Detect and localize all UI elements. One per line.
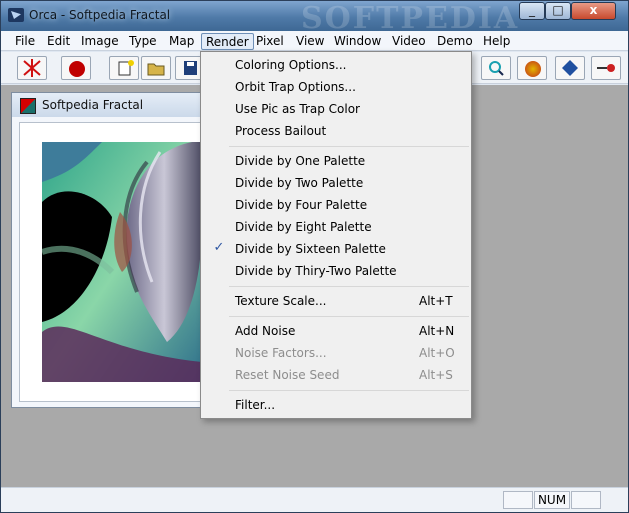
menu-separator <box>229 286 469 287</box>
menu-item-divide-by-eight[interactable]: Divide by Eight Palette <box>201 216 471 238</box>
child-window-title: Softpedia Fractal <box>42 98 144 112</box>
menu-item-shortcut: Alt+N <box>419 324 455 338</box>
menu-item-label: Process Bailout <box>235 124 327 138</box>
palette-icon[interactable] <box>517 56 547 80</box>
menu-separator <box>229 316 469 317</box>
title-bar[interactable]: Orca - Softpedia Fractal SOFTPEDIA _ □ x <box>1 1 628 36</box>
menu-item-label: Divide by Eight Palette <box>235 220 372 234</box>
menu-demo[interactable]: Demo <box>433 33 477 50</box>
app-icon <box>8 8 24 22</box>
menu-item-label: Filter... <box>235 398 276 412</box>
menu-item-texture-scale[interactable]: Texture Scale... Alt+T <box>201 290 471 312</box>
menu-item-reset-noise-seed[interactable]: Reset Noise Seed Alt+S <box>201 364 471 386</box>
render-menu-popup: Coloring Options... Orbit Trap Options..… <box>200 51 472 419</box>
fractal-image[interactable] <box>42 142 202 382</box>
pointer-icon[interactable] <box>591 56 621 80</box>
menu-item-shortcut: Alt+O <box>419 346 455 360</box>
menu-help[interactable]: Help <box>479 33 514 50</box>
status-bar: NUM <box>1 487 628 512</box>
menu-item-label: Use Pic as Trap Color <box>235 102 360 116</box>
checkmark-icon: ✓ <box>213 240 225 255</box>
menu-item-shortcut: Alt+S <box>419 368 453 382</box>
menu-item-coloring-options[interactable]: Coloring Options... <box>201 54 471 76</box>
menu-item-label: Divide by Two Palette <box>235 176 364 190</box>
new-file-icon[interactable] <box>109 56 139 80</box>
menu-item-add-noise[interactable]: Add Noise Alt+N <box>201 320 471 342</box>
menu-window[interactable]: Window <box>330 33 385 50</box>
app-window: Orca - Softpedia Fractal SOFTPEDIA _ □ x… <box>0 0 629 513</box>
menu-separator <box>229 146 469 147</box>
status-cell-caps <box>503 491 533 509</box>
menu-video[interactable]: Video <box>388 33 430 50</box>
menu-image[interactable]: Image <box>77 33 123 50</box>
menu-item-divide-by-one[interactable]: Divide by One Palette <box>201 150 471 172</box>
status-cell-scroll <box>571 491 601 509</box>
menu-item-label: Noise Factors... <box>235 346 327 360</box>
menu-item-label: Divide by Four Palette <box>235 198 368 212</box>
window-title: Orca - Softpedia Fractal <box>29 8 171 22</box>
zoom-icon[interactable] <box>481 56 511 80</box>
menu-item-divide-by-two[interactable]: Divide by Two Palette <box>201 172 471 194</box>
menu-separator <box>229 390 469 391</box>
diamond-icon[interactable] <box>555 56 585 80</box>
menu-item-label: Coloring Options... <box>235 58 347 72</box>
fractal-doc-icon <box>20 98 36 114</box>
menu-item-shortcut: Alt+T <box>419 294 453 308</box>
menu-item-process-bailout[interactable]: Process Bailout <box>201 120 471 142</box>
menu-item-label: Reset Noise Seed <box>235 368 340 382</box>
menu-map[interactable]: Map <box>165 33 198 50</box>
menu-item-divide-by-four[interactable]: Divide by Four Palette <box>201 194 471 216</box>
menu-type[interactable]: Type <box>125 33 161 50</box>
menu-item-orbit-trap-options[interactable]: Orbit Trap Options... <box>201 76 471 98</box>
menu-item-label: Divide by One Palette <box>235 154 366 168</box>
menu-render[interactable]: Render <box>201 33 254 50</box>
minimize-button[interactable]: _ <box>519 2 545 20</box>
red-mask-icon[interactable] <box>61 56 91 80</box>
red-splat-icon[interactable] <box>17 56 47 80</box>
menu-item-divide-by-thirty-two[interactable]: Divide by Thiry-Two Palette <box>201 260 471 282</box>
menu-item-label: Orbit Trap Options... <box>235 80 356 94</box>
menu-view[interactable]: View <box>292 33 328 50</box>
menu-bar: File Edit Image Type Map Render Pixel Vi… <box>1 31 628 51</box>
open-folder-icon[interactable] <box>141 56 171 80</box>
status-cell-num: NUM <box>534 491 570 509</box>
menu-pixel[interactable]: Pixel <box>252 33 288 50</box>
menu-item-label: Texture Scale... <box>235 294 327 308</box>
close-button[interactable]: x <box>571 2 616 20</box>
menu-item-divide-by-sixteen[interactable]: ✓ Divide by Sixteen Palette <box>201 238 471 260</box>
menu-item-filter[interactable]: Filter... <box>201 394 471 416</box>
menu-edit[interactable]: Edit <box>43 33 74 50</box>
menu-item-noise-factors[interactable]: Noise Factors... Alt+O <box>201 342 471 364</box>
menu-item-use-pic-as-trap-color[interactable]: Use Pic as Trap Color <box>201 98 471 120</box>
maximize-button[interactable]: □ <box>545 2 571 20</box>
menu-item-label: Add Noise <box>235 324 296 338</box>
menu-item-label: Divide by Thiry-Two Palette <box>235 264 397 278</box>
menu-file[interactable]: File <box>11 33 39 50</box>
menu-item-label: Divide by Sixteen Palette <box>235 242 386 256</box>
